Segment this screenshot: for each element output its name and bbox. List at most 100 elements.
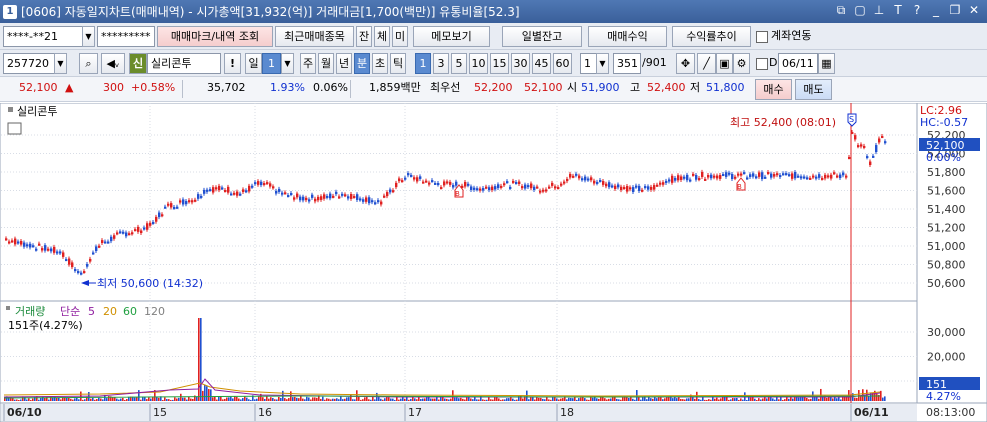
candle	[248, 185, 251, 192]
date-checkbox[interactable]	[756, 58, 768, 70]
return-trend-button[interactable]: 수익률추이	[672, 26, 751, 47]
volume-bar	[278, 396, 280, 401]
stock-name-field[interactable]: 실리콘투	[147, 53, 221, 74]
period-5-button[interactable]: 틱	[390, 53, 406, 74]
balance-button[interactable]: 잔	[356, 26, 372, 47]
candle	[179, 200, 182, 203]
new-stock-badge: 신	[129, 53, 147, 74]
interval-10-button[interactable]: 10	[469, 53, 488, 74]
panel-marker-icon	[8, 107, 13, 112]
volume-bar	[90, 398, 92, 401]
volume-bar	[346, 397, 348, 401]
candle	[494, 186, 497, 190]
period-3-button[interactable]: 분	[354, 53, 370, 74]
candle	[251, 185, 254, 188]
interval-45-button[interactable]: 45	[532, 53, 551, 74]
memo-view-button[interactable]: 메모보기	[413, 26, 490, 47]
candle	[455, 181, 458, 186]
volume-bar	[778, 399, 780, 401]
price-tick: 51,400	[927, 203, 966, 216]
unfilled-button[interactable]: 미	[392, 26, 408, 47]
candle	[383, 195, 386, 198]
volume-bar	[684, 399, 686, 401]
password-input[interactable]: *********	[97, 26, 155, 47]
candle	[263, 183, 266, 186]
account-link-checkbox[interactable]	[756, 31, 768, 43]
minimize-icon[interactable]: _	[929, 3, 943, 18]
candle	[98, 245, 101, 248]
candle	[743, 172, 746, 175]
recent-trades-button[interactable]: 최근매매종목	[275, 26, 354, 47]
up-arrow-icon: ▲	[65, 81, 74, 94]
help-icon[interactable]: ?	[910, 3, 924, 18]
interval-dropdown[interactable]: ▼	[596, 53, 609, 74]
candle	[797, 175, 800, 178]
pin-icon[interactable]: ⊥	[872, 3, 886, 18]
period-0-button[interactable]: 주	[300, 53, 316, 74]
period-2-button[interactable]: 년	[336, 53, 352, 74]
trade-amount: 1,859백만	[369, 81, 421, 94]
stock-code-input[interactable]: 257720	[3, 53, 55, 74]
interval-30-button[interactable]: 30	[511, 53, 530, 74]
volume-tick: 30,000	[927, 326, 966, 339]
interval-60-button[interactable]: 60	[553, 53, 572, 74]
table-icon[interactable]	[7, 122, 22, 135]
window-icon[interactable]: ▢	[853, 3, 867, 18]
candle	[770, 173, 773, 178]
gear-icon[interactable]: ⚙	[733, 53, 750, 74]
trade-profit-button[interactable]: 매매수익	[588, 26, 667, 47]
text-size-icon[interactable]: T	[891, 3, 905, 18]
trade-mark-query-button[interactable]: 매매마크/내역 조회	[157, 26, 273, 47]
volume-bar	[868, 396, 870, 401]
candle	[80, 272, 83, 275]
date-input[interactable]: 06/11	[778, 53, 818, 74]
bar-count-field[interactable]: 351	[613, 53, 641, 74]
daily-balance-button[interactable]: 일별잔고	[502, 26, 582, 47]
volume-bar	[502, 399, 504, 401]
volume-bar	[124, 399, 126, 401]
price-chart[interactable]: 실리콘투 최고 52,400 (08:01) S B B 최저 50,600 (…	[0, 103, 987, 422]
period-value-field[interactable]: 1	[262, 53, 281, 74]
speaker-icon[interactable]: ◀ᵥ	[101, 53, 125, 74]
candle	[719, 175, 722, 179]
candle	[578, 175, 581, 179]
period-1-button[interactable]: 월	[318, 53, 334, 74]
volume-bar	[120, 398, 122, 401]
link-icon[interactable]: ⧉	[834, 3, 848, 18]
filled-button[interactable]: 체	[374, 26, 390, 47]
volume-bar	[492, 399, 494, 401]
restore-icon[interactable]: ❐	[948, 3, 962, 18]
candle	[89, 258, 92, 262]
candle	[77, 271, 80, 274]
volume-bar	[588, 399, 590, 401]
search-icon[interactable]: ⌕	[79, 53, 98, 74]
account-input[interactable]: ****-**21	[3, 26, 83, 47]
volume-bar	[210, 389, 212, 401]
volume-bar	[762, 398, 764, 401]
account-dropdown[interactable]: ▼	[82, 26, 95, 47]
period-4-button[interactable]: 초	[372, 53, 388, 74]
close-icon[interactable]: ✕	[967, 3, 981, 18]
candle	[617, 184, 620, 188]
buy-button[interactable]: 매수	[755, 79, 792, 100]
save-icon[interactable]: ▣	[716, 53, 733, 74]
period-day-button[interactable]: 일	[245, 53, 262, 74]
interval-5-button[interactable]: 5	[451, 53, 467, 74]
crosshair-icon[interactable]: ✥	[676, 53, 695, 74]
volume-bar	[338, 399, 340, 401]
sell-button[interactable]: 매도	[795, 79, 832, 100]
period-dropdown[interactable]: ▼	[281, 53, 294, 74]
price-tick: 50,800	[927, 259, 966, 272]
volume-bar	[106, 398, 108, 401]
alert-button[interactable]: !	[224, 53, 241, 74]
interval-3-button[interactable]: 3	[433, 53, 449, 74]
candle	[467, 183, 470, 186]
calendar-icon[interactable]: ▦	[818, 53, 835, 74]
interval-1-button[interactable]: 1	[415, 53, 431, 74]
candle	[107, 241, 110, 244]
code-dropdown[interactable]: ▼	[54, 53, 67, 74]
interval-15-button[interactable]: 15	[490, 53, 509, 74]
volume-bar	[362, 399, 364, 401]
candle	[413, 177, 416, 180]
draw-line-icon[interactable]: ╱	[697, 53, 716, 74]
